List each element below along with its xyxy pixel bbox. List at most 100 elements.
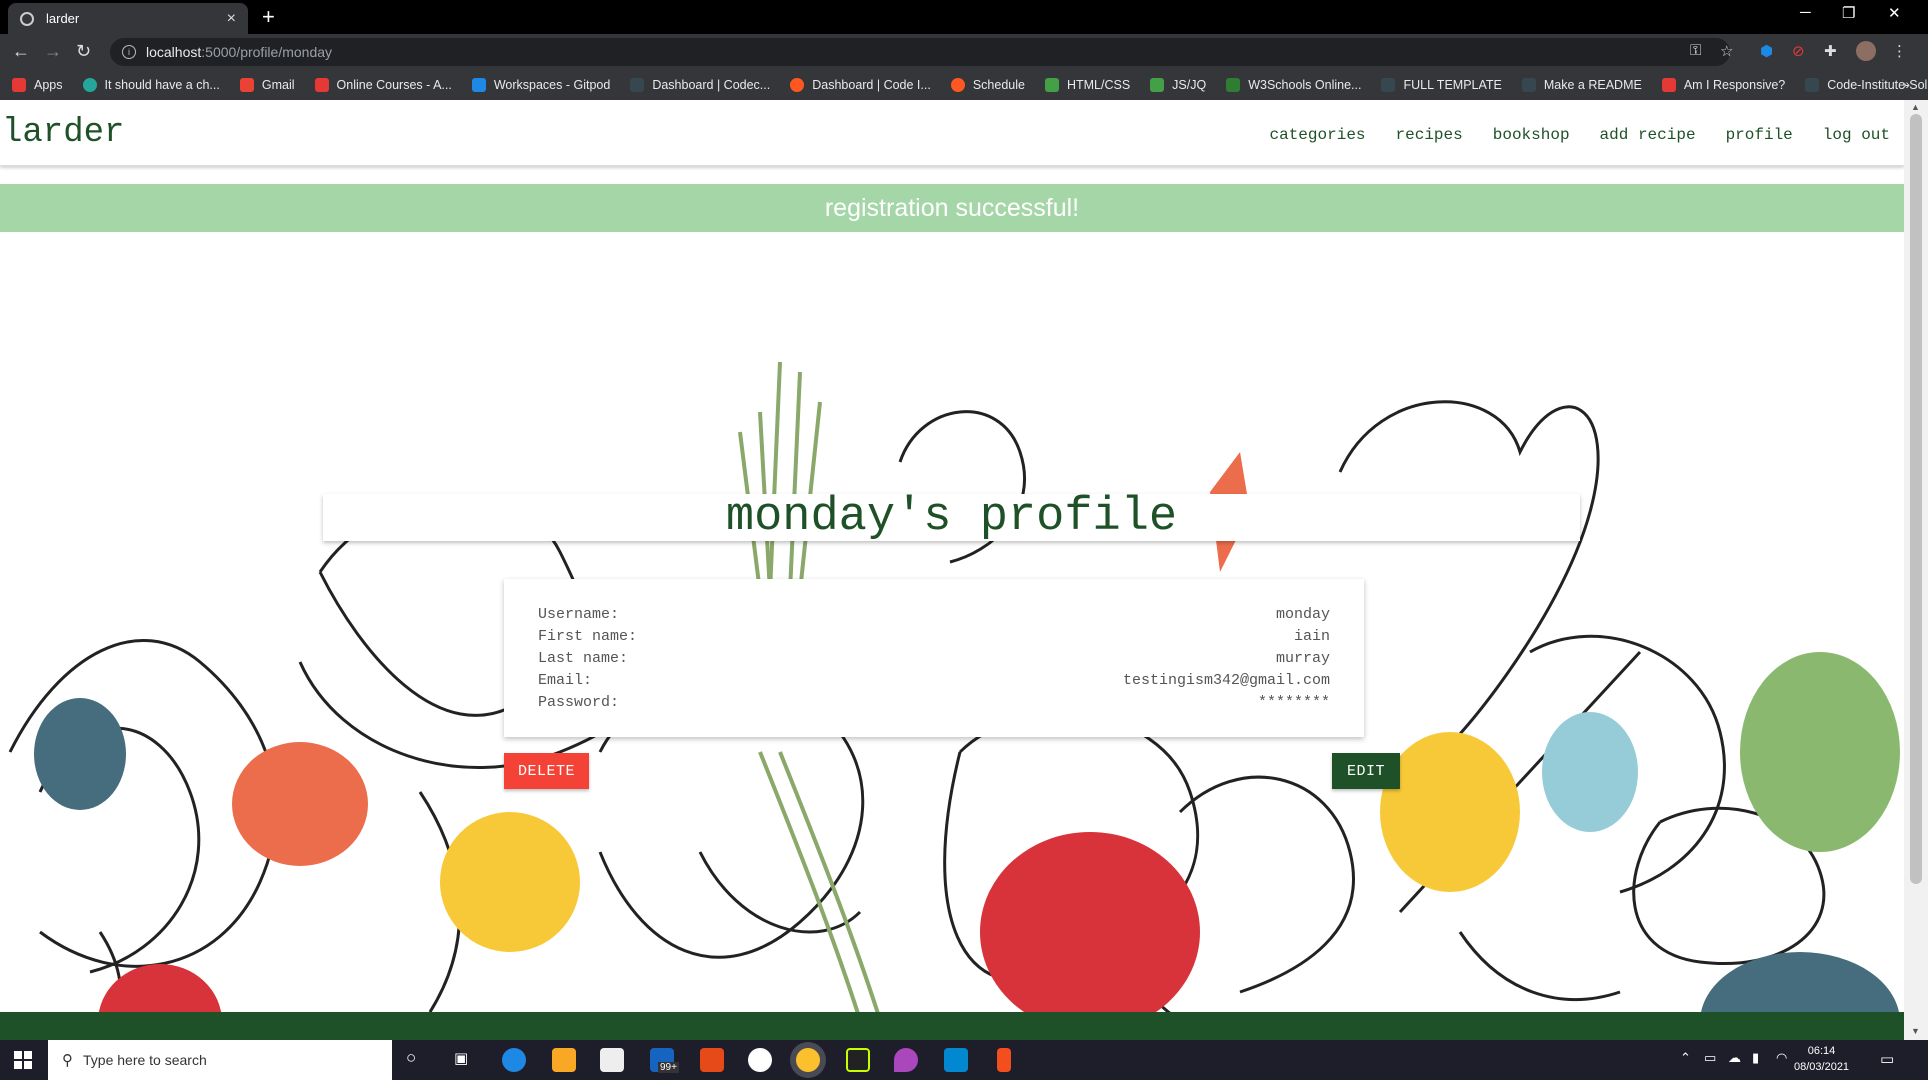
row-value: testingism342@gmail.com: [1122, 671, 1330, 689]
slack-icon[interactable]: [748, 1048, 772, 1072]
browser-tab[interactable]: larder ×: [8, 3, 248, 34]
profile-row-email: Email: testingism342@gmail.com: [538, 669, 1330, 691]
tab-close-icon[interactable]: ×: [227, 10, 236, 28]
bookmark-favicon-icon: [790, 78, 805, 92]
windows-taskbar: ⚲ Type here to search ○ ▣ 99+ ⌃ ▭ ☁ ▮ ◠ …: [0, 1040, 1928, 1080]
profile-row-last-name: Last name: murray: [538, 647, 1330, 669]
onedrive-icon[interactable]: ☁: [1728, 1050, 1741, 1066]
star-icon[interactable]: ☆: [1720, 42, 1733, 60]
info-icon[interactable]: i: [122, 45, 136, 59]
nav-link-profile[interactable]: profile: [1726, 126, 1793, 144]
address-bar[interactable]: i localhost:5000/profile/monday: [110, 38, 1730, 66]
apps-icon: [12, 78, 26, 92]
file-explorer-icon[interactable]: [552, 1048, 576, 1072]
cortana-icon[interactable]: ○: [406, 1048, 416, 1068]
nav-links: categories recipes bookshop add recipe p…: [1240, 126, 1891, 144]
battery-icon[interactable]: ▮: [1752, 1050, 1759, 1066]
pycharm-icon[interactable]: [846, 1048, 870, 1072]
scrollbar-thumb[interactable]: [1910, 114, 1922, 884]
bookmark-favicon-icon: [1226, 78, 1241, 92]
wifi-icon[interactable]: ◠: [1776, 1050, 1787, 1066]
window-close-icon[interactable]: ✕: [1888, 4, 1901, 22]
bookmark-favicon-icon: [630, 78, 645, 92]
row-value: murray: [1275, 649, 1330, 667]
gitpod-icon: [471, 78, 486, 92]
store-icon[interactable]: [600, 1048, 624, 1072]
edit-button[interactable]: EDIT: [1332, 753, 1400, 789]
task-view-icon[interactable]: ▣: [454, 1049, 468, 1067]
browser-toolbar: ← → ↻ i localhost:5000/profile/monday ⚿ …: [0, 34, 1928, 70]
nav-link-add-recipe[interactable]: add recipe: [1600, 126, 1696, 144]
restore-icon[interactable]: ❐: [1842, 4, 1855, 22]
bookmark-item[interactable]: Workspaces - Gitpod: [471, 78, 610, 92]
nav-link-log-out[interactable]: log out: [1823, 126, 1890, 144]
new-tab-button[interactable]: +: [262, 4, 275, 30]
minimize-icon[interactable]: ─: [1800, 4, 1811, 21]
delete-button[interactable]: DELETE: [504, 753, 589, 789]
taskbar-clock[interactable]: 06:14 08/03/2021: [1794, 1043, 1849, 1075]
bookmark-item[interactable]: Make a README: [1521, 78, 1642, 92]
tray-chevron-icon[interactable]: ⌃: [1680, 1050, 1691, 1066]
url-path: :5000/profile/monday: [201, 44, 333, 60]
bookmark-favicon-icon: [950, 78, 965, 92]
search-icon: ⚲: [62, 1052, 73, 1069]
row-label: First name:: [538, 627, 638, 645]
bookmark-item[interactable]: It should have a ch...: [82, 78, 220, 92]
bookmarks-more-icon[interactable]: »: [1902, 76, 1910, 92]
bookmark-favicon-icon: [1521, 78, 1536, 92]
office-icon[interactable]: [700, 1048, 724, 1072]
key-icon[interactable]: ⚿: [1690, 42, 1701, 59]
back-icon[interactable]: ←: [12, 41, 30, 62]
taskbar-search-input[interactable]: ⚲ Type here to search: [48, 1040, 392, 1080]
bookmark-item[interactable]: Dashboard | Codec...: [630, 78, 770, 92]
bookmark-item[interactable]: Am I Responsive?: [1661, 78, 1785, 92]
bookmark-item[interactable]: FULL TEMPLATE: [1381, 78, 1502, 92]
forward-icon[interactable]: →: [44, 41, 62, 62]
profile-card: Username: monday First name: iain Last n…: [504, 579, 1364, 737]
blocker-icon[interactable]: ⊘: [1792, 42, 1805, 60]
bookmark-favicon-icon: [314, 78, 329, 92]
scroll-down-icon[interactable]: ▼: [1911, 1026, 1920, 1036]
profile-row-username: Username: monday: [538, 603, 1330, 625]
bookmark-item[interactable]: Schedule: [950, 78, 1025, 92]
site-navbar: larder categories recipes bookshop add r…: [0, 100, 1904, 166]
avatar[interactable]: [1856, 41, 1876, 61]
notifications-icon[interactable]: ▭: [1880, 1050, 1894, 1068]
tray-display-icon[interactable]: ▭: [1704, 1050, 1716, 1066]
bookmark-item[interactable]: Apps: [12, 78, 63, 92]
edge-icon[interactable]: [502, 1048, 526, 1072]
row-label: Email:: [538, 671, 593, 689]
nav-link-categories[interactable]: categories: [1270, 126, 1366, 144]
paint-drop-icon[interactable]: [894, 1048, 918, 1072]
page-scrollbar[interactable]: ▲ ▼: [1904, 100, 1928, 1040]
gmail-icon: [239, 78, 254, 92]
menu-icon[interactable]: ⋮: [1892, 42, 1907, 60]
site-footer: [0, 1012, 1904, 1040]
bookmark-item[interactable]: Online Courses - A...: [314, 78, 452, 92]
reload-icon[interactable]: ↻: [76, 41, 91, 62]
bookmark-favicon-icon: [1044, 78, 1059, 92]
puzzle-icon[interactable]: ✚: [1824, 42, 1837, 60]
brand-logo[interactable]: larder: [2, 114, 124, 152]
row-label: Username:: [538, 605, 620, 623]
page-viewport: larder categories recipes bookshop add r…: [0, 100, 1904, 1040]
scroll-up-icon[interactable]: ▲: [1911, 102, 1920, 112]
bookmark-item[interactable]: W3Schools Online...: [1226, 78, 1361, 92]
bookmark-item[interactable]: HTML/CSS: [1044, 78, 1130, 92]
windows-start-icon[interactable]: [14, 1051, 32, 1069]
bookmark-favicon-icon: [1805, 78, 1820, 92]
nav-link-bookshop[interactable]: bookshop: [1493, 126, 1570, 144]
bookmarks-bar: Apps It should have a ch... Gmail Online…: [0, 70, 1928, 100]
row-value: iain: [1293, 627, 1330, 645]
bookmark-item[interactable]: Gmail: [239, 78, 295, 92]
search-placeholder: Type here to search: [83, 1052, 207, 1068]
figma-icon[interactable]: [997, 1048, 1011, 1072]
bookmark-item[interactable]: Dashboard | Code I...: [790, 78, 931, 92]
extension-shield-icon[interactable]: ⬢: [1760, 42, 1773, 60]
row-label: Password:: [538, 693, 620, 711]
nav-link-recipes[interactable]: recipes: [1396, 126, 1463, 144]
clock-date: 08/03/2021: [1794, 1061, 1850, 1073]
chrome-icon[interactable]: [796, 1048, 820, 1072]
bookmark-item[interactable]: JS/JQ: [1150, 78, 1206, 92]
vscode-icon[interactable]: [944, 1048, 968, 1072]
